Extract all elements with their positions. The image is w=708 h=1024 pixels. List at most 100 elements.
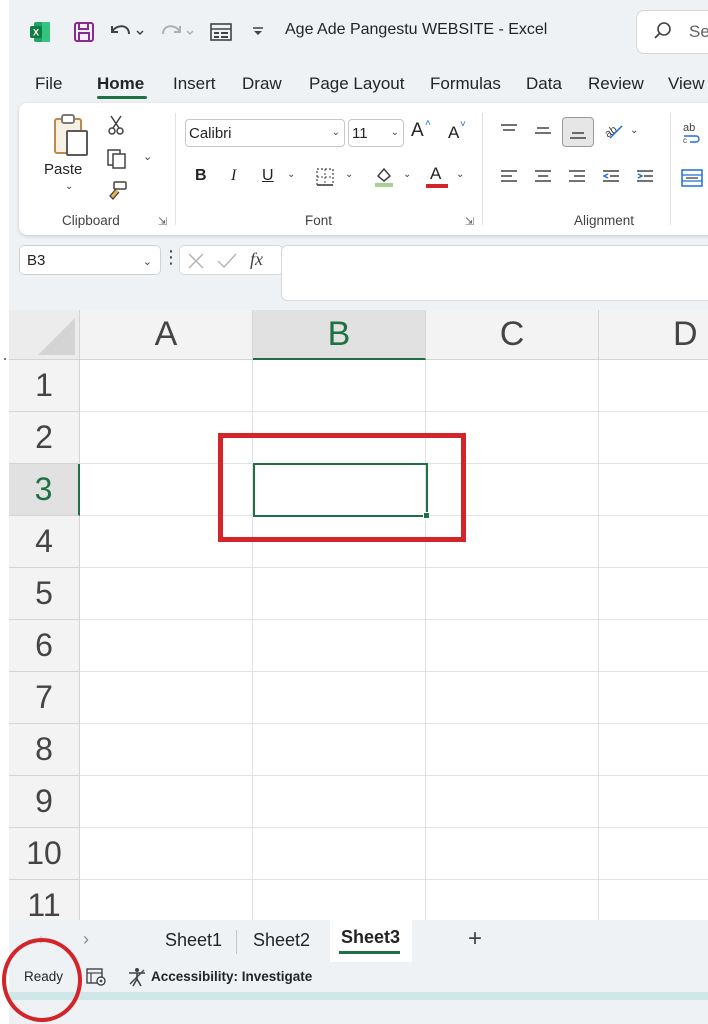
row-header-7[interactable]: 7 xyxy=(9,672,80,724)
cancel-icon[interactable] xyxy=(186,249,206,276)
row-header-9[interactable]: 9 xyxy=(9,776,80,828)
cell-d10[interactable] xyxy=(599,828,708,880)
format-painter-icon[interactable] xyxy=(105,179,129,203)
cell-c1[interactable] xyxy=(426,360,599,412)
accessibility-status[interactable]: Accessibility: Investigate xyxy=(151,969,312,984)
copy-icon[interactable] xyxy=(105,147,129,171)
tab-review[interactable]: Review xyxy=(588,74,644,94)
sheet-tab-sheet3[interactable]: Sheet3 xyxy=(341,927,400,948)
search-box[interactable]: Se xyxy=(636,10,708,54)
enter-icon[interactable] xyxy=(216,249,238,276)
formula-input[interactable] xyxy=(281,245,708,301)
fill-color-icon[interactable] xyxy=(371,163,397,189)
cell-c9[interactable] xyxy=(426,776,599,828)
shrink-font-button[interactable]: A xyxy=(448,123,459,143)
orientation-chevron-icon[interactable]: ⌄ xyxy=(630,125,638,136)
cell-c6[interactable] xyxy=(426,620,599,672)
paste-icon[interactable] xyxy=(47,111,95,161)
cell-d5[interactable] xyxy=(599,568,708,620)
cell-a5[interactable] xyxy=(80,568,253,620)
insert-function-button[interactable]: fx xyxy=(250,249,263,270)
cell-a11[interactable] xyxy=(80,880,253,920)
sheet-tab-sheet2[interactable]: Sheet2 xyxy=(253,930,310,951)
row-header-11[interactable]: 11 xyxy=(9,880,80,920)
tab-formulas[interactable]: Formulas xyxy=(430,74,501,94)
sheet-tab-sheet1[interactable]: Sheet1 xyxy=(165,930,222,951)
orientation-icon[interactable]: ab xyxy=(601,119,627,143)
column-header-b[interactable]: B xyxy=(253,310,426,360)
cell-b10[interactable] xyxy=(253,828,426,880)
row-header-2[interactable]: 2 xyxy=(9,412,80,464)
column-header-a[interactable]: A xyxy=(80,310,253,360)
cell-c8[interactable] xyxy=(426,724,599,776)
underline-chevron-icon[interactable]: ⌄ xyxy=(287,169,295,180)
cell-b6[interactable] xyxy=(253,620,426,672)
font-size-select[interactable]: 11 ⌄ xyxy=(348,119,404,147)
cell-c7[interactable] xyxy=(426,672,599,724)
cell-d4[interactable] xyxy=(599,516,708,568)
cell-a6[interactable] xyxy=(80,620,253,672)
tab-data[interactable]: Data xyxy=(526,74,562,94)
align-bottom-icon[interactable] xyxy=(562,117,594,147)
row-header-4[interactable]: 4 xyxy=(9,516,80,568)
align-middle-icon[interactable] xyxy=(531,119,555,143)
align-right-icon[interactable] xyxy=(565,165,589,189)
tab-insert[interactable]: Insert xyxy=(173,74,216,94)
border-icon[interactable] xyxy=(313,165,337,189)
decrease-indent-icon[interactable] xyxy=(599,165,623,189)
cell-d11[interactable] xyxy=(599,880,708,920)
cell-b9[interactable] xyxy=(253,776,426,828)
wrap-text-icon[interactable]: ab c xyxy=(679,119,705,145)
save-icon[interactable] xyxy=(71,18,97,46)
clipboard-launcher-icon[interactable]: ⇲ xyxy=(158,215,167,228)
tab-home[interactable]: Home xyxy=(97,74,144,94)
cell-a10[interactable] xyxy=(80,828,253,880)
undo-icon[interactable] xyxy=(107,18,147,46)
row-header-6[interactable]: 6 xyxy=(9,620,80,672)
cell-b7[interactable] xyxy=(253,672,426,724)
accessibility-icon[interactable] xyxy=(126,966,148,993)
scroll-right-icon[interactable]: › xyxy=(83,929,89,950)
cell-a8[interactable] xyxy=(80,724,253,776)
tab-page-layout[interactable]: Page Layout xyxy=(309,74,404,94)
align-left-icon[interactable] xyxy=(497,165,521,189)
font-color-button[interactable]: A xyxy=(430,164,441,184)
cell-d9[interactable] xyxy=(599,776,708,828)
column-header-c[interactable]: C xyxy=(426,310,599,360)
form-icon[interactable] xyxy=(207,18,235,46)
cell-b1[interactable] xyxy=(253,360,426,412)
cell-d3[interactable] xyxy=(599,464,708,516)
paste-chevron-icon[interactable]: ⌄ xyxy=(65,181,73,192)
more-options-icon[interactable]: ⋮ xyxy=(162,247,180,268)
merge-icon[interactable] xyxy=(679,165,705,191)
cut-icon[interactable] xyxy=(105,113,127,137)
font-name-select[interactable]: Calibri ⌄ xyxy=(185,119,345,147)
cell-d1[interactable] xyxy=(599,360,708,412)
cell-b11[interactable] xyxy=(253,880,426,920)
cell-a9[interactable] xyxy=(80,776,253,828)
cell-c10[interactable] xyxy=(426,828,599,880)
align-center-icon[interactable] xyxy=(531,165,555,189)
cell-a7[interactable] xyxy=(80,672,253,724)
tab-view[interactable]: View xyxy=(668,74,705,94)
cell-a1[interactable] xyxy=(80,360,253,412)
paste-button[interactable]: Paste xyxy=(44,161,82,178)
cell-c11[interactable] xyxy=(426,880,599,920)
font-launcher-icon[interactable]: ⇲ xyxy=(465,215,474,228)
bold-button[interactable]: B xyxy=(195,167,207,185)
row-header-8[interactable]: 8 xyxy=(9,724,80,776)
cell-c5[interactable] xyxy=(426,568,599,620)
page-layout-view-icon[interactable] xyxy=(85,967,107,992)
tab-file[interactable]: File xyxy=(35,74,62,94)
underline-button[interactable]: U xyxy=(262,167,274,185)
customize-qat-icon[interactable] xyxy=(249,18,267,46)
row-header-10[interactable]: 10 xyxy=(9,828,80,880)
cell-d6[interactable] xyxy=(599,620,708,672)
align-top-icon[interactable] xyxy=(497,119,521,143)
tab-draw[interactable]: Draw xyxy=(242,74,282,94)
font-color-chevron-icon[interactable]: ⌄ xyxy=(456,169,464,180)
cell-d7[interactable] xyxy=(599,672,708,724)
increase-indent-icon[interactable] xyxy=(633,165,657,189)
cell-d8[interactable] xyxy=(599,724,708,776)
row-header-1[interactable]: 1 xyxy=(9,360,80,412)
